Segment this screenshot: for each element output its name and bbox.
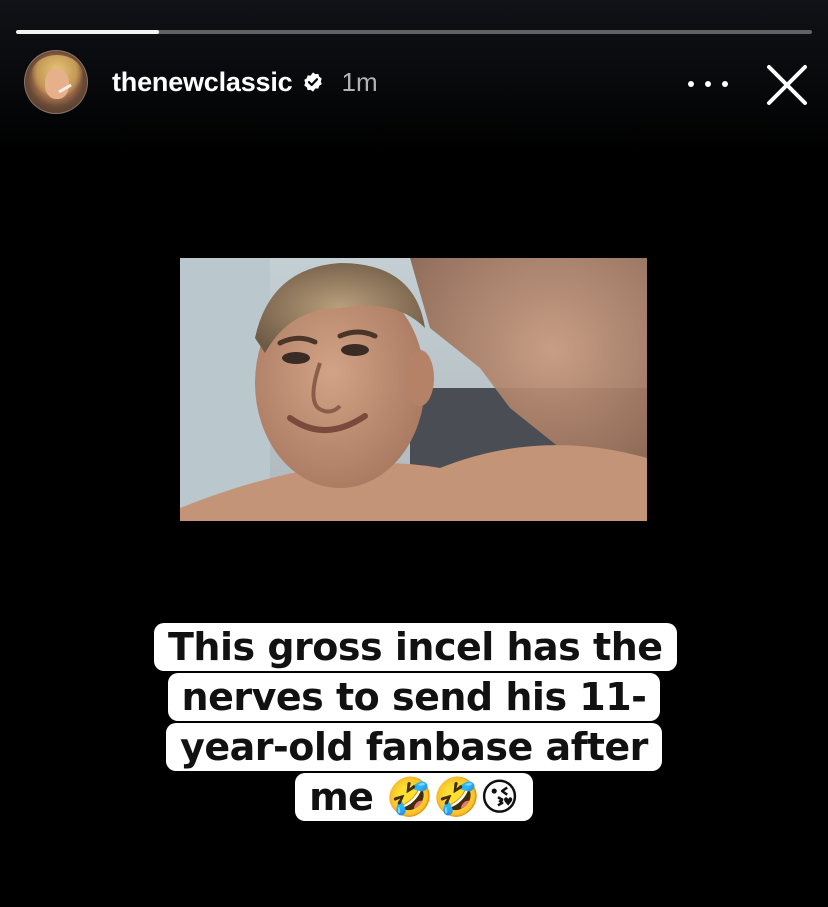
story-progress-fill [16, 30, 160, 34]
more-options-icon[interactable] [688, 72, 728, 96]
story-header: thenewclassic 1m [24, 50, 378, 114]
story-photo [180, 258, 647, 521]
more-dot [688, 81, 694, 87]
username[interactable]: thenewclassic [112, 67, 293, 98]
photo-illustration [180, 258, 647, 521]
story-caption: This gross incel has the nerves to send … [154, 622, 677, 822]
more-dot [705, 81, 711, 87]
caption-text: This gross incel has the nerves to send … [154, 623, 677, 821]
avatar[interactable] [24, 50, 88, 114]
verified-badge-icon [303, 72, 322, 92]
more-dot [722, 81, 728, 87]
story-progress-bar [16, 30, 812, 34]
close-icon[interactable] [764, 62, 810, 108]
post-timestamp: 1m [341, 66, 378, 97]
avatar-face [45, 69, 69, 99]
